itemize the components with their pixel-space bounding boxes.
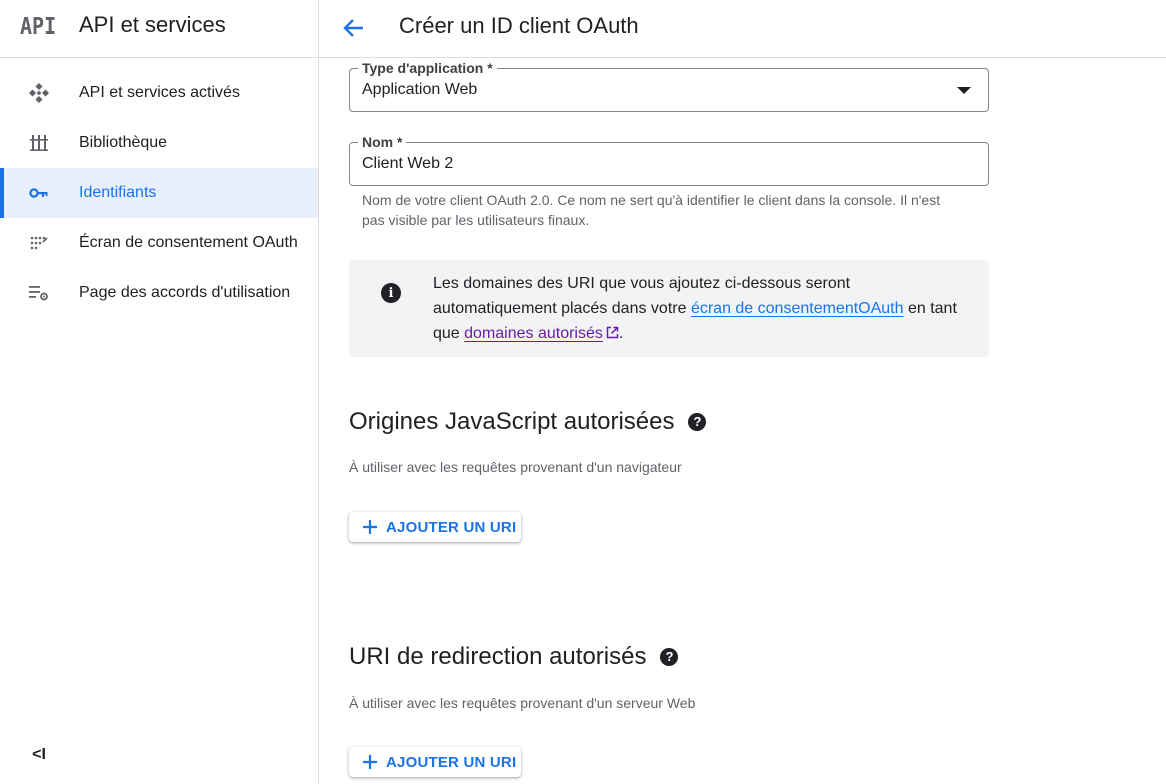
add-uri-label: AJOUTER UN URI (386, 519, 517, 536)
sidebar-item-label: Page des accords d'utilisation (79, 284, 291, 301)
client-name-label: Nom * (358, 133, 407, 151)
dropdown-arrow-icon[interactable] (957, 87, 971, 94)
sidebar-header: API API et services (0, 0, 318, 58)
external-link-icon[interactable] (606, 322, 619, 347)
help-icon[interactable]: ? (688, 413, 707, 431)
plus-icon (363, 755, 377, 769)
js-origins-description: À utiliser avec les requêtes provenant d… (349, 459, 682, 475)
sidebar-item-enabled-apis[interactable]: API et services activés (0, 68, 318, 118)
sidebar-item-credentials[interactable]: Identifiants (0, 168, 318, 218)
back-arrow-icon[interactable] (341, 15, 367, 41)
sidebar-item-label: Identifiants (79, 184, 157, 201)
client-name-field[interactable]: Nom * Client Web 2 (349, 133, 989, 186)
sidebar-item-library[interactable]: Bibliothèque (0, 118, 318, 168)
application-type-select[interactable]: Type d'application * Application Web (349, 59, 989, 112)
sidebar: API API et services API et services acti… (0, 0, 319, 784)
sidebar-nav: API et services activés Bibliothèque Ide… (0, 58, 318, 318)
authorized-domains-link[interactable]: domaines autorisés (464, 325, 603, 342)
library-icon (28, 133, 50, 153)
sidebar-item-label: API et services activés (79, 84, 240, 101)
add-js-origin-uri-button[interactable]: AJOUTER UN URI (349, 512, 521, 542)
help-icon[interactable]: ? (660, 648, 679, 666)
redirect-uris-description: À utiliser avec les requêtes provenant d… (349, 695, 696, 711)
info-text: Les domaines des URI que vous ajoutez ci… (433, 271, 973, 347)
sidebar-title: API et services (79, 12, 226, 37)
application-type-value: Application Web (362, 81, 478, 98)
info-icon: i (381, 283, 401, 303)
key-icon (28, 183, 50, 203)
js-origins-title: Origines JavaScript autorisées (349, 408, 675, 435)
sidebar-item-oauth-consent[interactable]: Écran de consentement OAuth (0, 218, 318, 268)
js-origins-heading: Origines JavaScript autorisées? (349, 408, 707, 436)
info-text-part: . (618, 325, 624, 342)
collapse-sidebar-button[interactable]: <I (28, 744, 50, 766)
api-diamond-icon (28, 83, 50, 103)
client-name-hint: Nom de votre client OAuth 2.0. Ce nom ne… (362, 192, 941, 228)
client-name-value: Client Web 2 (362, 155, 454, 172)
main-content: Type d'application * Application Web Nom… (319, 58, 1166, 784)
page-title: Créer un ID client OAuth (399, 13, 639, 38)
redirect-uris-title: URI de redirection autorisés (349, 643, 647, 670)
add-uri-label: AJOUTER UN URI (386, 754, 517, 771)
add-redirect-uri-button[interactable]: AJOUTER UN URI (349, 747, 521, 777)
consent-screen-link[interactable]: écran de consentementOAuth (691, 300, 904, 317)
sidebar-item-label: Écran de consentement OAuth (79, 234, 298, 251)
settings-list-icon (28, 283, 50, 303)
plus-icon (363, 520, 377, 534)
sidebar-item-usage-agreements[interactable]: Page des accords d'utilisation (0, 268, 318, 318)
application-type-label: Type d'application * (358, 59, 497, 77)
api-logo: API (20, 12, 57, 40)
consent-dots-icon (28, 233, 50, 253)
redirect-uris-heading: URI de redirection autorisés? (349, 643, 679, 671)
page-header: Créer un ID client OAuth (319, 0, 1166, 58)
sidebar-item-label: Bibliothèque (79, 134, 168, 151)
info-box: i Les domaines des URI que vous ajoutez … (349, 260, 989, 357)
